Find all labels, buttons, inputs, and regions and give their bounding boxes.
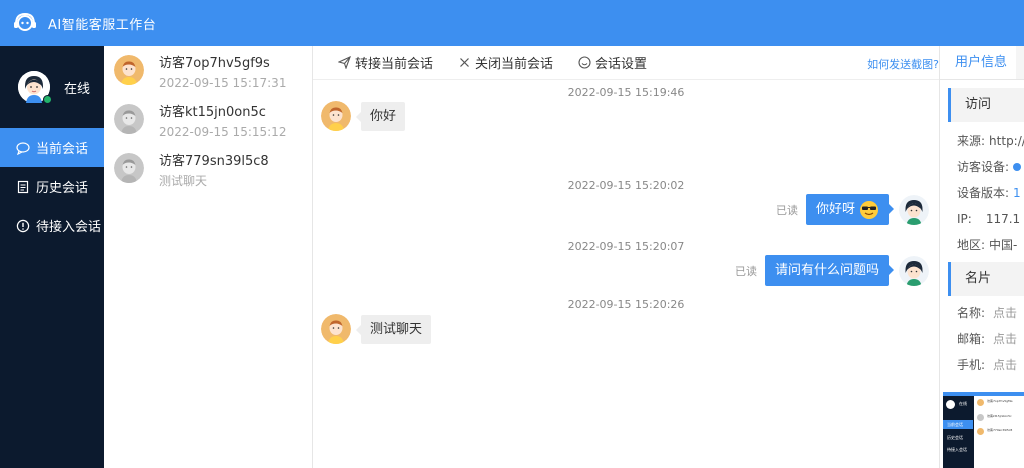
visitor-avatar: [114, 55, 144, 85]
left-nav: 在线 当前会话 历史会话 待接入会话: [0, 46, 104, 468]
read-receipt: 已读: [775, 203, 798, 217]
card-section-title: 名片: [948, 262, 1024, 296]
smile-icon: [577, 56, 591, 70]
chat-icon: [16, 141, 30, 155]
message-text: 你好呀: [815, 202, 855, 217]
visit-row-source: 来源: http://: [957, 134, 1024, 148]
transfer-session-button[interactable]: 转接当前会话: [337, 53, 433, 72]
document-icon: [16, 180, 30, 194]
card-row-email[interactable]: 邮箱: 点击: [940, 326, 1024, 352]
visitor-avatar: [114, 153, 144, 183]
message-timestamp: 2022-09-15 15:20:02: [567, 179, 685, 192]
message-timestamp: 2022-09-15 15:20:26: [567, 298, 685, 311]
screenshot-help-link[interactable]: 如何发送截图?: [867, 56, 939, 72]
thumb-nav-item: 待接入会话: [947, 447, 967, 452]
read-receipt: 已读: [734, 264, 757, 278]
agent-avatar: [899, 194, 929, 225]
agent-avatar: [899, 255, 929, 286]
visitor-avatar: [114, 104, 144, 134]
card-row-name[interactable]: 名称: 点击: [940, 300, 1024, 326]
nav-item-history-sessions[interactable]: 历史会话: [0, 167, 104, 206]
tab-strip: [1016, 46, 1024, 80]
visitor-list: 访客7op7hv5gf9s 2022-09-15 15:17:31 访客kt15…: [104, 46, 313, 468]
visitor-last-message: 测试聊天: [159, 174, 208, 188]
cool-face-emoji-icon: [859, 200, 879, 220]
thumb-nav-item: 当前会话: [943, 420, 973, 429]
message-row-left: 你好: [321, 101, 406, 131]
agent-avatar[interactable]: [18, 71, 52, 104]
visitor-item[interactable]: 访客kt15jn0on5c 2022-09-15 15:15:12: [104, 95, 312, 144]
message-bubble: 你好呀: [805, 194, 895, 225]
card-row-phone[interactable]: 手机: 点击: [940, 352, 1024, 378]
visitor-avatar: [321, 101, 351, 131]
visit-row-version: 设备版本: 1: [957, 186, 1021, 200]
agent-profile: 在线: [0, 46, 104, 128]
top-bar: AI智能客服工作台: [0, 0, 1024, 46]
send-icon: [337, 56, 351, 70]
thumb-nav-item: 历史会话: [947, 435, 963, 440]
visitor-item[interactable]: 访客7op7hv5gf9s 2022-09-15 15:17:31: [104, 46, 312, 95]
visitor-item[interactable]: 访客779sn39l5c8 测试聊天: [104, 144, 312, 193]
nav-item-label: 历史会话: [36, 181, 89, 196]
visit-row-region: 地区: 中国-: [957, 238, 1018, 252]
headset-logo-icon: [12, 10, 38, 36]
nav-item-current-sessions[interactable]: 当前会话: [0, 128, 104, 167]
thumb-visitor: 访客779sn39l5c8: [987, 428, 1013, 432]
visitor-name: 访客kt15jn0on5c: [159, 105, 266, 120]
visitor-time: 2022-09-15 15:15:12: [159, 125, 287, 139]
thumb-status: 在线: [959, 401, 967, 406]
app-title: AI智能客服工作台: [48, 17, 157, 33]
transfer-session-label: 转接当前会话: [355, 57, 434, 72]
message-timestamp: 2022-09-15 15:19:46: [567, 86, 685, 99]
tab-user-info[interactable]: 用户信息: [940, 46, 1018, 80]
visit-row-ip: IP: 117.1: [957, 212, 1021, 226]
online-status-dot: [43, 95, 52, 104]
visit-row-device: 访客设备:: [940, 154, 1024, 180]
thumb-visitor: 访客kt15jn0on5c: [987, 414, 1012, 418]
close-icon: [457, 56, 471, 70]
message-row-left: 测试聊天: [321, 314, 432, 344]
visitor-time: 2022-09-15 15:17:31: [159, 76, 287, 90]
chat-toolbar: 转接当前会话 关闭当前会话 会话设置 如何发送截图?: [313, 46, 939, 80]
nav-item-waiting-sessions[interactable]: 待接入会话: [0, 206, 104, 245]
message-list: 2022-09-15 15:19:46 你好 2022-09-15 15:20:…: [313, 80, 939, 468]
visitor-name: 访客779sn39l5c8: [159, 154, 269, 169]
nav-item-label: 当前会话: [36, 142, 89, 157]
message-bubble: 测试聊天: [355, 314, 432, 344]
message-timestamp: 2022-09-15 15:20:07: [567, 240, 685, 253]
message-row-right: 已读 请问有什么问题吗: [735, 255, 929, 286]
nav-item-label: 待接入会话: [36, 220, 102, 235]
close-session-label: 关闭当前会话: [475, 57, 554, 72]
session-settings-button[interactable]: 会话设置: [577, 53, 647, 72]
message-row-right: 已读 你好呀: [776, 194, 929, 225]
chat-panel: 转接当前会话 关闭当前会话 会话设置 如何发送截图? 2022-09-15 15…: [313, 46, 939, 468]
close-session-button[interactable]: 关闭当前会话: [457, 53, 553, 72]
screenshot-thumbnail[interactable]: 在线 当前会话 历史会话 待接入会话 访客7op7hv5gf9s 访客kt15j…: [943, 392, 1024, 468]
message-bubble: 请问有什么问题吗: [764, 255, 895, 286]
visitor-name: 访客7op7hv5gf9s: [159, 56, 270, 71]
message-bubble: 你好: [355, 101, 406, 131]
visitor-avatar: [321, 314, 351, 344]
session-settings-label: 会话设置: [595, 57, 648, 72]
device-icon: [1013, 163, 1022, 171]
thumb-visitor: 访客7op7hv5gf9s: [987, 399, 1013, 403]
agent-status: 在线: [64, 81, 91, 97]
info-icon: [16, 219, 30, 233]
visit-section-title: 访问: [948, 88, 1024, 122]
